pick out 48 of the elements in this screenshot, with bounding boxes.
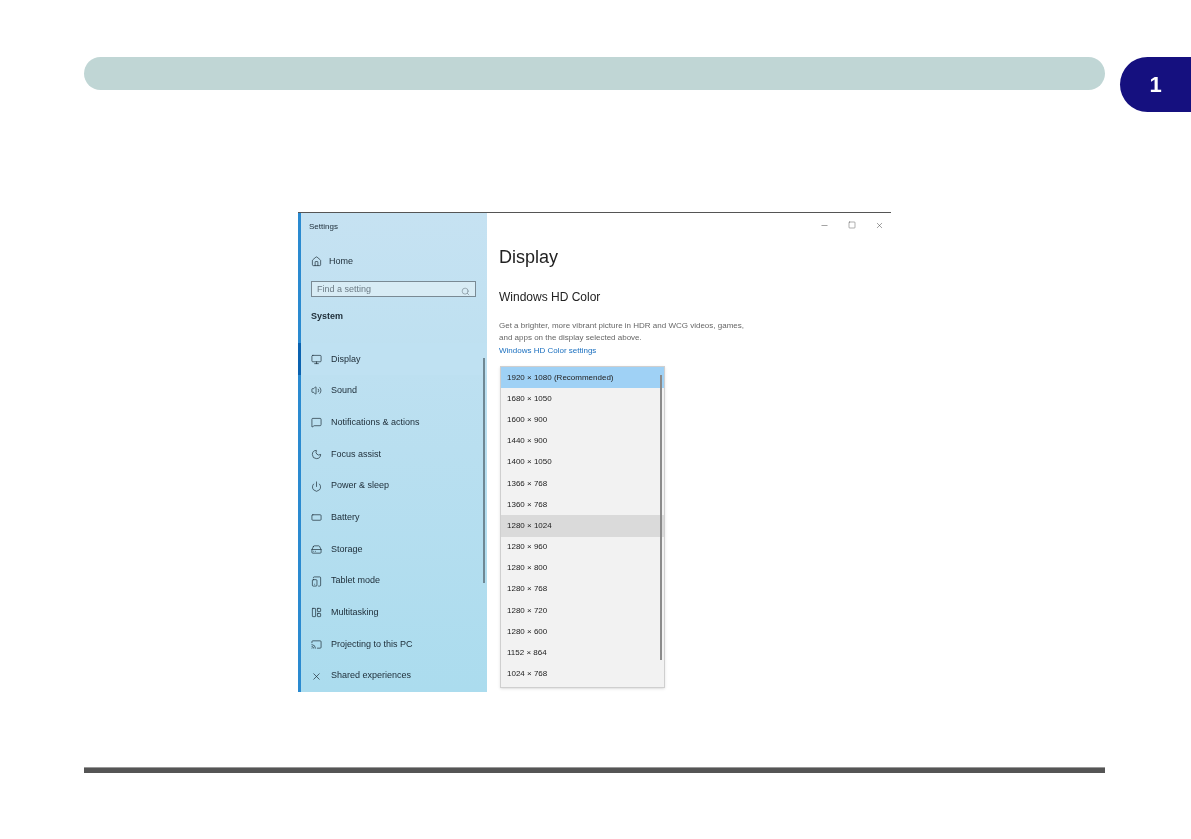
dropdown-option[interactable]: 1280 × 960 [501,536,664,558]
description: Get a brighter, more vibrant picture in HDR and WCG videos, games, and apps on the display selected above. [499,320,745,344]
dropdown-option[interactable]: 1280 × 800 [501,557,664,579]
dropdown-option[interactable]: 1366 × 768 [501,472,664,495]
cross-icon [311,670,322,682]
monitor-icon [311,353,322,365]
sidebar-item[interactable]: Storage [298,533,487,566]
dropdown-option[interactable]: 1680 × 1050 [501,388,664,410]
hd-color-link[interactable]: Windows HD Color settings [499,346,891,356]
dropdown-option[interactable]: 1280 × 1024 [501,515,664,537]
section-heading: Windows HD Color [499,289,602,306]
tablet-icon [311,575,322,587]
panels-icon [311,607,322,619]
power-icon [311,480,322,492]
sidebar-item[interactable]: Sound [298,375,487,407]
dropdown-option[interactable]: 1440 × 900 [501,430,664,452]
dropdown-option[interactable]: 1024 × 768 [501,663,664,685]
battery-icon [311,512,322,524]
dropdown-option[interactable]: 1360 × 768 [501,494,664,516]
sidebar-item[interactable]: Notifications & actions [298,406,487,439]
speaker-icon [311,385,322,397]
dropdown-option[interactable]: 1152 × 864 [501,642,664,664]
sidebar-item[interactable]: Projecting to this PC [298,628,487,661]
maximize-icon[interactable] [848,221,856,229]
dropdown-option[interactable]: 1280 × 768 [501,578,664,601]
sidebar-item[interactable]: Power & sleep [298,470,487,502]
dropdown-option[interactable]: 1280 × 720 [501,600,664,622]
sidebar-item[interactable]: Tablet mode [298,565,487,597]
dropdown-option[interactable]: 1400 × 1050 [501,451,664,473]
sidebar-item[interactable]: Multitasking [298,596,487,629]
message-icon [311,417,322,429]
section-heading: System [311,309,345,323]
projector-icon [311,638,322,650]
window-title: Settings [309,221,339,233]
dropdown-option[interactable]: 1920 × 1080 (Recommended) [501,367,664,389]
moon-icon [311,448,322,460]
home-item[interactable]: Home [311,255,487,269]
search-field[interactable]: Find a setting [311,280,476,297]
dropdown-option[interactable]: 1280 × 600 [501,621,664,643]
close-icon[interactable] [875,221,884,230]
page-title: Display [499,246,560,269]
sidebar-item[interactable]: Shared experiences [298,660,487,692]
home-icon [311,256,322,268]
dropdown-option[interactable]: 1600 × 900 [501,409,664,431]
search-icon [461,286,470,296]
sidebar-item[interactable]: Focus assist [298,438,487,471]
sidebar-item[interactable]: Battery [298,501,487,534]
drive-icon [311,543,322,555]
